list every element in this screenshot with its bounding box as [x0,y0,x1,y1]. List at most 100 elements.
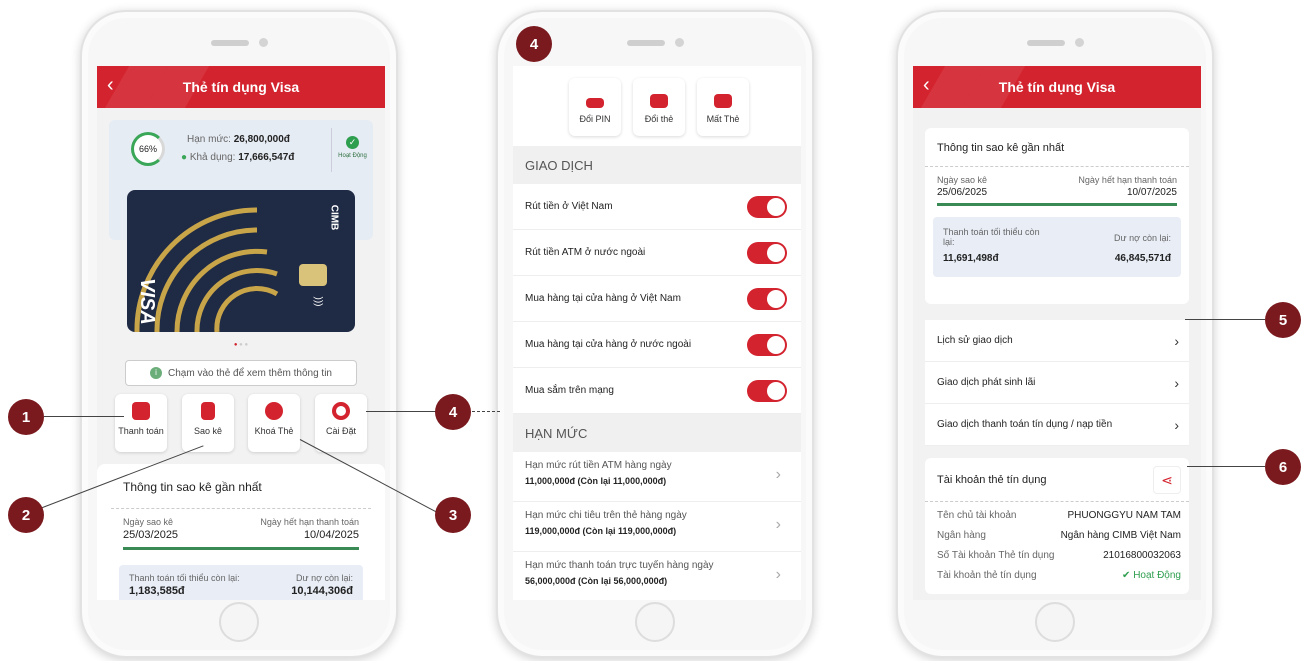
bank-value: Ngân hàng CIMB Việt Nam [1060,530,1181,541]
statement-heading: Thông tin sao kê gần nhất [111,476,371,509]
chevron-right-icon: › [1174,374,1179,391]
progress-label: 66% [138,144,157,154]
chevron-right-icon: › [775,516,781,533]
limit-row[interactable]: Hạn mức thanh toán trực tuyến hàng ngày 5… [513,552,801,600]
info-icon: i [150,367,162,379]
toggle-row: Rút tiền ATM ở nước ngoài [513,230,801,276]
min-payment-label: Thanh toán tối thiểu còn lại: [943,227,1040,247]
settings-button[interactable]: Cài Đặt [315,394,367,452]
toggle-label: Mua hàng tại cửa hàng ở Việt Nam [525,293,681,304]
limit-row[interactable]: Hạn mức rút tiền ATM hàng ngày 11,000,000… [513,452,801,502]
speaker [627,40,665,46]
check-icon: ✓ [346,136,359,149]
toggle-row: Mua sắm trên mạng [513,368,801,414]
remaining-debt-label: Dư nợ còn lại: [296,573,353,583]
limit-row[interactable]: Hạn mức chi tiêu trên thẻ hàng ngày 119,0… [513,502,801,552]
statement-date-value: 25/06/2025 [937,187,988,198]
fingerprint-pattern-icon [134,207,279,332]
min-payment-label: Thanh toán tối thiểu còn lại: [129,573,240,583]
chevron-right-icon: › [775,466,781,483]
lock-icon [265,402,283,420]
toggle-label: Mua sắm trên mạng [525,385,614,396]
home-button[interactable] [635,602,675,642]
account-status-value: Hoạt Động [1133,570,1181,581]
available-value: 17,666,547đ [238,152,295,163]
transaction-history-item[interactable]: Lịch sử giao dịch › [925,320,1189,362]
header: ‹ Thẻ tín dụng Visa [913,66,1201,108]
due-date-value: 10/07/2025 [1126,187,1177,198]
statement-card: Thông tin sao kê gần nhất Ngày sao kê 25… [925,128,1189,304]
menu-label: Giao dịch phát sinh lãi [937,377,1036,388]
chevron-right-icon: › [775,566,781,583]
toggle-row: Mua hàng tại cửa hàng ở nước ngoài [513,322,801,368]
change-pin-label: Đổi PIN [579,114,611,124]
due-date-label: Ngày hết hạn thanh toán [260,517,359,527]
change-pin-button[interactable]: Đổi PIN [569,78,621,136]
carousel-dots: ● ● ● [233,342,249,348]
remaining-debt-value: 46,845,571đ [1114,253,1171,264]
domestic-store-toggle[interactable] [747,287,787,310]
speaker [211,40,249,46]
online-shopping-toggle[interactable] [747,379,787,402]
speaker [1027,40,1065,46]
screen-card-overview: ‹ Thẻ tín dụng Visa 66% Hạn mức: 26,800,… [97,66,385,600]
card-brand-logo: VISA [135,278,158,325]
remaining-debt-label: Dư nợ còn lại: [1114,233,1171,243]
card-bank-logo: CIMB [328,204,340,231]
domestic-withdraw-toggle[interactable] [747,195,787,218]
toggle-label: Rút tiền ở Việt Nam [525,201,613,212]
limit-label: Hạn mức thanh toán trực tuyến hàng ngày [525,560,714,571]
limits-heading: HẠN MỨC [513,414,801,452]
foreign-atm-toggle[interactable] [747,241,787,264]
callout-6: 6 [1265,449,1301,485]
lock-card-button[interactable]: Khoá Thẻ [248,394,300,452]
statement-button[interactable]: Sao kê [182,394,234,452]
account-status-label: Tài khoản thẻ tín dụng [937,570,1037,581]
statement-date-label: Ngày sao kê [123,517,174,527]
pay-button[interactable]: Thanh toán [115,394,167,452]
foreign-store-toggle[interactable] [747,333,787,356]
callout-line-1 [44,416,124,417]
gear-icon [332,402,350,420]
back-icon[interactable]: ‹ [923,75,930,95]
pay-label: Thanh toán [118,426,164,436]
status-badge: Hoạt Động [338,153,367,159]
home-button[interactable] [219,602,259,642]
check-icon: ✔ [1122,570,1134,581]
statement-date-label: Ngày sao kê [937,175,988,185]
balance-box: Thanh toán tối thiểu còn lại: 11,691,498… [933,217,1181,277]
lost-card-button[interactable]: Mất Thẻ [697,78,749,136]
card-chip [299,264,327,286]
bank-label: Ngân hàng [937,530,986,541]
limit-label: Hạn mức chi tiêu trên thẻ hàng ngày [525,510,687,521]
toggle-row: Mua hàng tại cửa hàng ở Việt Nam [513,276,801,322]
share-icon[interactable]: ⋖ [1153,466,1181,494]
limit-label: Hạn mức rút tiền ATM hàng ngày [525,460,672,471]
min-payment-value: 1,183,585đ [129,585,185,597]
credit-card-image[interactable]: CIMB ))) VISA [127,190,355,332]
back-icon[interactable]: ‹ [107,75,114,95]
holder-value: PHUONGGYU NAM TAM [1067,510,1181,521]
interest-transactions-item[interactable]: Giao dịch phát sinh lãi › [925,362,1189,404]
payment-topup-item[interactable]: Giao dịch thanh toán tín dụng / nạp tiền… [925,404,1189,446]
home-button[interactable] [1035,602,1075,642]
callout-4a: 4 [435,394,471,430]
card-change-icon [650,94,668,108]
phone-3: ‹ Thẻ tín dụng Visa Thông tin sao kê gần… [896,10,1214,658]
callout-5: 5 [1265,302,1301,338]
due-date-label: Ngày hết hạn thanh toán [1078,175,1177,185]
progress-ring: 66% [131,132,165,166]
settings-label: Cài Đặt [325,426,356,436]
hint-text: Chạm vào thẻ để xem thêm thông tin [168,367,332,379]
change-card-label: Đổi thẻ [644,114,674,124]
change-card-button[interactable]: Đổi thẻ [633,78,685,136]
callout-line-6 [1187,466,1265,467]
camera [1075,38,1084,47]
toggle-row: Rút tiền ở Việt Nam [513,184,801,230]
menu-label: Lịch sử giao dịch [937,335,1013,346]
pin-icon [586,98,604,108]
hint-banner: i Chạm vào thẻ để xem thêm thông tin [125,360,357,386]
callout-line-4-dashed [472,411,500,412]
camera [259,38,268,47]
callout-2: 2 [8,497,44,533]
